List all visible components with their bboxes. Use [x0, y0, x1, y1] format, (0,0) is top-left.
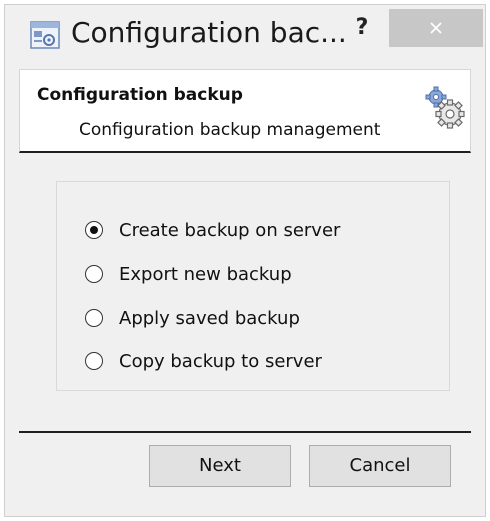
next-button[interactable]: Next	[149, 445, 291, 487]
radio-copy-backup[interactable]	[85, 352, 103, 370]
option-label: Apply saved backup	[119, 307, 300, 329]
radio-create-backup[interactable]	[85, 221, 103, 239]
header-subtitle: Configuration backup management	[79, 120, 381, 140]
dialog-window: Configuration bac... ? Configuration bac…	[4, 4, 486, 517]
cancel-button[interactable]: Cancel	[309, 445, 451, 487]
option-apply-backup[interactable]: Apply saved backup	[85, 305, 300, 331]
wizard-header: Configuration backup Configuration backu…	[19, 69, 471, 153]
option-export-backup[interactable]: Export new backup	[85, 261, 292, 287]
help-button[interactable]: ?	[345, 11, 379, 45]
close-button[interactable]	[389, 9, 483, 47]
radio-export-backup[interactable]	[85, 265, 103, 283]
window-title: Configuration bac...	[71, 16, 347, 49]
gears-icon	[424, 86, 466, 132]
title-bar[interactable]: Configuration bac... ?	[5, 5, 485, 59]
backup-options-group: Create backup on server Export new backu…	[56, 181, 450, 391]
radio-apply-backup[interactable]	[85, 309, 103, 327]
app-icon	[30, 21, 60, 49]
close-icon	[430, 22, 442, 34]
option-label: Copy backup to server	[119, 350, 322, 372]
header-title: Configuration backup	[37, 85, 243, 105]
option-create-backup[interactable]: Create backup on server	[85, 217, 340, 243]
footer-divider	[19, 431, 471, 433]
option-copy-backup[interactable]: Copy backup to server	[85, 348, 322, 374]
option-label: Export new backup	[119, 263, 292, 285]
option-label: Create backup on server	[119, 219, 341, 241]
